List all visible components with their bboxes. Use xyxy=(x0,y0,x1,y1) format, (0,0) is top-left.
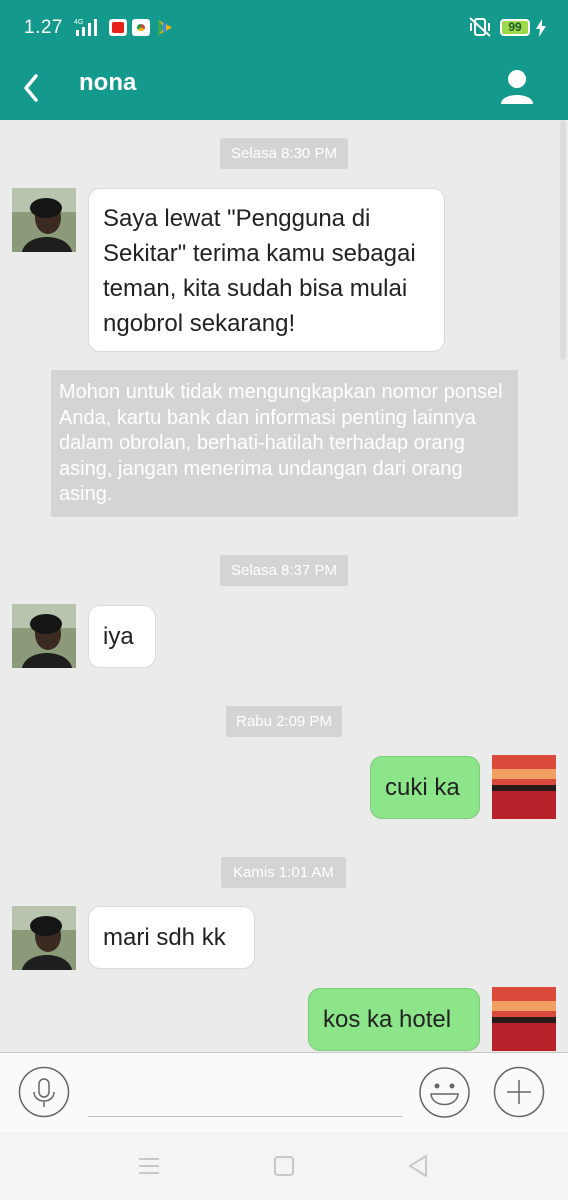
scrollbar[interactable] xyxy=(560,120,566,360)
safety-warning: Mohon untuk tidak mengungkapkan nomor po… xyxy=(51,370,518,517)
menu-icon[interactable] xyxy=(135,1152,163,1180)
contact-avatar[interactable] xyxy=(12,188,76,252)
battery-icon: 99 xyxy=(500,19,530,36)
timestamp: Selasa 8:30 PM xyxy=(220,138,348,169)
svg-text:4G: 4G xyxy=(74,19,83,26)
chat-area[interactable]: Selasa 8:30 PM Saya lewat "Pengguna di S… xyxy=(0,120,568,1052)
message-outgoing[interactable]: kos ka hotel xyxy=(308,988,480,1051)
youtube-icon xyxy=(109,19,127,36)
timestamp: Rabu 2:09 PM xyxy=(226,706,342,737)
message-incoming[interactable]: Saya lewat "Pengguna di Sekitar" terima … xyxy=(88,188,445,352)
profile-icon[interactable] xyxy=(496,66,538,108)
charging-icon xyxy=(536,19,546,37)
system-nav-bar xyxy=(0,1132,568,1200)
chat-title: nona xyxy=(79,69,137,96)
message-incoming[interactable]: mari sdh kk xyxy=(88,906,255,969)
microphone-icon[interactable] xyxy=(18,1066,70,1118)
vibrate-icon xyxy=(469,17,491,37)
message-outgoing[interactable]: cuki ka xyxy=(370,756,480,819)
status-time: 1.27 xyxy=(24,17,63,38)
message-input[interactable] xyxy=(88,1073,402,1117)
contact-avatar[interactable] xyxy=(12,604,76,668)
timestamp: Selasa 8:37 PM xyxy=(220,555,348,586)
chrome-icon xyxy=(132,19,150,36)
app-bar: nona xyxy=(0,56,568,120)
user-avatar[interactable] xyxy=(492,755,556,819)
play-games-icon xyxy=(158,20,172,35)
message-incoming[interactable]: iya xyxy=(88,605,156,668)
input-bar xyxy=(0,1052,568,1132)
contact-avatar[interactable] xyxy=(12,906,76,970)
emoji-icon[interactable] xyxy=(418,1066,471,1119)
user-avatar[interactable] xyxy=(492,987,556,1051)
back-icon[interactable] xyxy=(404,1152,432,1180)
signal-icon: 4G xyxy=(74,19,97,36)
status-bar: 1.27 4G 99 xyxy=(0,0,568,56)
timestamp: Kamis 1:01 AM xyxy=(221,857,346,888)
back-arrow-icon[interactable] xyxy=(14,68,54,108)
plus-icon[interactable] xyxy=(493,1066,545,1118)
home-icon[interactable] xyxy=(270,1152,298,1180)
